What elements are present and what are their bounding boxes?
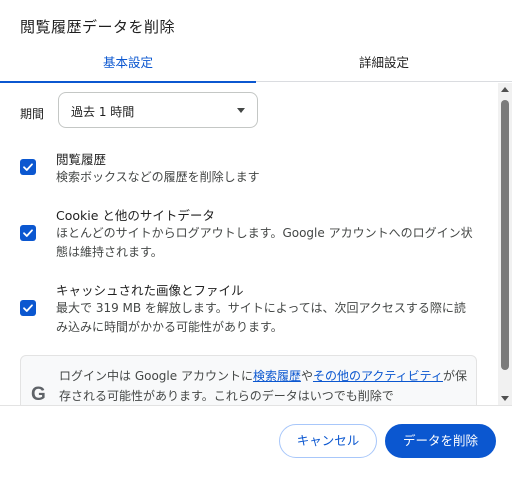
browsing-history-title: 閲覧履歴 xyxy=(56,152,107,167)
cache-title: キャッシュされた画像とファイル xyxy=(56,283,244,298)
scrollbar-thumb[interactable] xyxy=(501,100,509,370)
tab-advanced-settings[interactable]: 詳細設定 xyxy=(256,46,512,82)
tab-bar: 基本設定 詳細設定 xyxy=(0,46,512,83)
option-browsing-history: 閲覧履歴 検索ボックスなどの履歴を削除します xyxy=(0,149,498,189)
google-g-icon: G xyxy=(31,384,46,405)
tab-basic-label: 基本設定 xyxy=(102,55,153,70)
info-text-part: ログイン中は Google アカウントに xyxy=(59,369,253,383)
time-range-dropdown[interactable]: 過去 1 時間 xyxy=(58,92,258,128)
tab-basic-settings[interactable]: 基本設定 xyxy=(0,46,256,83)
dialog-title: 閲覧履歴データを削除 xyxy=(20,18,176,36)
browsing-history-desc: 検索ボックスなどの履歴を削除します xyxy=(56,170,260,184)
time-range-value: 過去 1 時間 xyxy=(71,105,135,119)
clear-browsing-data-dialog: 閲覧履歴データを削除 基本設定 詳細設定 期間 過去 1 時間 閲覧履歴 検索ボ… xyxy=(0,0,512,479)
cache-checkbox[interactable] xyxy=(20,300,36,316)
scroll-up-arrow-icon[interactable] xyxy=(501,87,509,92)
checkmark-icon xyxy=(23,229,33,237)
dialog-footer: キャンセル データを削除 xyxy=(0,405,512,479)
cookies-desc: ほとんどのサイトからログアウトします。Google アカウントへのログイン状態は… xyxy=(56,226,473,259)
caret-down-icon xyxy=(237,108,245,113)
google-account-info-text: ログイン中は Google アカウントに検索履歴やその他のアクティビティが保存さ… xyxy=(59,366,469,405)
option-cache: キャッシュされた画像とファイル 最大で 319 MB を解放します。サイトによっ… xyxy=(0,280,498,342)
time-range-label: 期間 xyxy=(20,107,45,121)
info-text-part: や xyxy=(300,369,313,383)
google-account-info-box: G ログイン中は Google アカウントに検索履歴やその他のアクティビティが保… xyxy=(20,355,477,405)
browsing-history-checkbox[interactable] xyxy=(20,159,36,175)
cookies-checkbox[interactable] xyxy=(20,225,36,241)
option-cookies: Cookie と他のサイトデータ ほとんどのサイトからログアウトします。Goog… xyxy=(0,205,498,267)
tab-advanced-label: 詳細設定 xyxy=(358,55,409,70)
cookies-title: Cookie と他のサイトデータ xyxy=(56,208,215,223)
cache-desc: 最大で 319 MB を解放します。サイトによっては、次回アクセスする際に読み込… xyxy=(56,301,466,334)
checkmark-icon xyxy=(23,163,33,171)
delete-data-button[interactable]: データを削除 xyxy=(385,424,496,458)
search-history-link[interactable]: 検索履歴 xyxy=(253,369,301,383)
other-activity-link[interactable]: その他のアクティビティ xyxy=(313,369,443,383)
dialog-content: 期間 過去 1 時間 閲覧履歴 検索ボックスなどの履歴を削除します Cookie… xyxy=(0,83,498,405)
scrollbar[interactable] xyxy=(498,83,512,405)
cancel-button[interactable]: キャンセル xyxy=(279,424,377,458)
scroll-down-arrow-icon[interactable] xyxy=(501,396,509,401)
checkmark-icon xyxy=(23,304,33,312)
